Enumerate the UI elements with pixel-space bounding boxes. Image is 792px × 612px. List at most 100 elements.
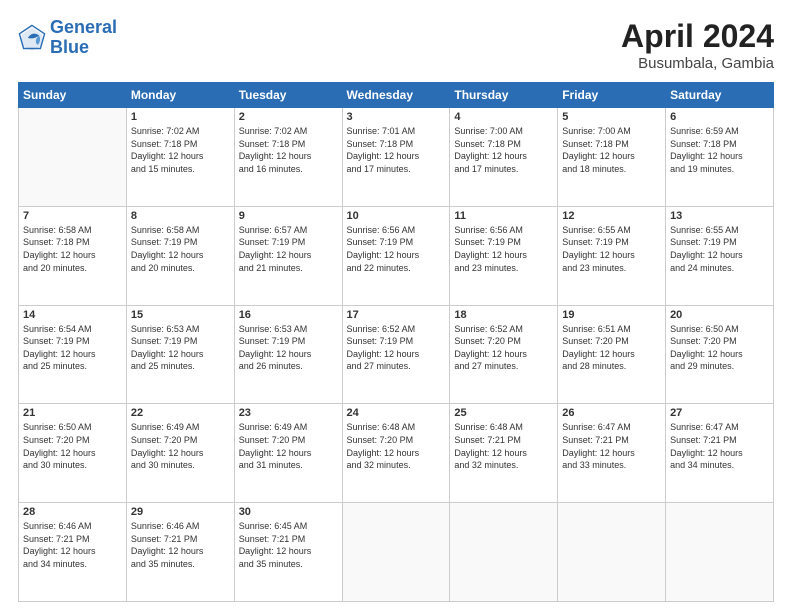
calendar-day-cell: 8 Sunrise: 6:58 AM Sunset: 7:19 PM Daylig… bbox=[126, 206, 234, 305]
day-number: 20 bbox=[670, 309, 769, 321]
day-info: Sunrise: 6:46 AM Sunset: 7:21 PM Dayligh… bbox=[131, 520, 230, 570]
day-number: 10 bbox=[347, 210, 446, 222]
day-number: 12 bbox=[562, 210, 661, 222]
day-info: Sunrise: 6:49 AM Sunset: 7:20 PM Dayligh… bbox=[239, 421, 338, 471]
logo-line2: Blue bbox=[50, 37, 89, 57]
day-info: Sunrise: 7:02 AM Sunset: 7:18 PM Dayligh… bbox=[131, 125, 230, 175]
calendar-header-row: Sunday Monday Tuesday Wednesday Thursday… bbox=[19, 83, 774, 108]
calendar-day-cell: 30 Sunrise: 6:45 AM Sunset: 7:21 PM Dayli… bbox=[234, 503, 342, 602]
day-number: 25 bbox=[454, 407, 553, 419]
day-info: Sunrise: 6:48 AM Sunset: 7:20 PM Dayligh… bbox=[347, 421, 446, 471]
day-number: 30 bbox=[239, 506, 338, 518]
header-saturday: Saturday bbox=[666, 83, 774, 108]
title-block: April 2024 Busumbala, Gambia bbox=[621, 18, 774, 72]
calendar-day-cell: 12Sunrise: 6:55 AM Sunset: 7:19 PM Dayli… bbox=[558, 206, 666, 305]
day-info: Sunrise: 6:54 AM Sunset: 7:19 PM Dayligh… bbox=[23, 323, 122, 373]
day-info: Sunrise: 6:48 AM Sunset: 7:21 PM Dayligh… bbox=[454, 421, 553, 471]
day-info: Sunrise: 6:58 AM Sunset: 7:19 PM Dayligh… bbox=[131, 224, 230, 274]
day-info: Sunrise: 6:46 AM Sunset: 7:21 PM Dayligh… bbox=[23, 520, 122, 570]
day-info: Sunrise: 6:45 AM Sunset: 7:21 PM Dayligh… bbox=[239, 520, 338, 570]
calendar-day-cell: 5 Sunrise: 7:00 AM Sunset: 7:18 PM Daylig… bbox=[558, 108, 666, 207]
calendar-title: April 2024 bbox=[621, 18, 774, 55]
calendar-day-cell: 7 Sunrise: 6:58 AM Sunset: 7:18 PM Daylig… bbox=[19, 206, 127, 305]
calendar-day-cell: 6 Sunrise: 6:59 AM Sunset: 7:18 PM Daylig… bbox=[666, 108, 774, 207]
day-number: 6 bbox=[670, 111, 769, 123]
logo: General Blue bbox=[18, 18, 117, 58]
calendar-day-cell bbox=[666, 503, 774, 602]
header: General Blue April 2024 Busumbala, Gambi… bbox=[18, 18, 774, 72]
day-info: Sunrise: 7:00 AM Sunset: 7:18 PM Dayligh… bbox=[562, 125, 661, 175]
calendar-day-cell: 23 Sunrise: 6:49 AM Sunset: 7:20 PM Dayli… bbox=[234, 404, 342, 503]
logo-icon bbox=[18, 24, 46, 52]
day-info: Sunrise: 7:02 AM Sunset: 7:18 PM Dayligh… bbox=[239, 125, 338, 175]
day-info: Sunrise: 6:52 AM Sunset: 7:20 PM Dayligh… bbox=[454, 323, 553, 373]
day-number: 29 bbox=[131, 506, 230, 518]
day-info: Sunrise: 6:50 AM Sunset: 7:20 PM Dayligh… bbox=[670, 323, 769, 373]
day-number: 19 bbox=[562, 309, 661, 321]
header-wednesday: Wednesday bbox=[342, 83, 450, 108]
header-thursday: Thursday bbox=[450, 83, 558, 108]
day-number: 4 bbox=[454, 111, 553, 123]
day-info: Sunrise: 6:56 AM Sunset: 7:19 PM Dayligh… bbox=[454, 224, 553, 274]
calendar-day-cell: 10 Sunrise: 6:56 AM Sunset: 7:19 PM Dayli… bbox=[342, 206, 450, 305]
day-info: Sunrise: 6:55 AM Sunset: 7:19 PM Dayligh… bbox=[670, 224, 769, 274]
day-info: Sunrise: 7:01 AM Sunset: 7:18 PM Dayligh… bbox=[347, 125, 446, 175]
calendar-day-cell bbox=[450, 503, 558, 602]
calendar-week-row: 21 Sunrise: 6:50 AM Sunset: 7:20 PM Dayli… bbox=[19, 404, 774, 503]
day-info: Sunrise: 6:58 AM Sunset: 7:18 PM Dayligh… bbox=[23, 224, 122, 274]
day-number: 22 bbox=[131, 407, 230, 419]
day-number: 11 bbox=[454, 210, 553, 222]
day-info: Sunrise: 6:50 AM Sunset: 7:20 PM Dayligh… bbox=[23, 421, 122, 471]
day-info: Sunrise: 7:00 AM Sunset: 7:18 PM Dayligh… bbox=[454, 125, 553, 175]
calendar-table: Sunday Monday Tuesday Wednesday Thursday… bbox=[18, 82, 774, 602]
day-number: 17 bbox=[347, 309, 446, 321]
calendar-day-cell bbox=[19, 108, 127, 207]
calendar-week-row: 14 Sunrise: 6:54 AM Sunset: 7:19 PM Dayli… bbox=[19, 305, 774, 404]
calendar-subtitle: Busumbala, Gambia bbox=[621, 55, 774, 72]
day-info: Sunrise: 6:47 AM Sunset: 7:21 PM Dayligh… bbox=[562, 421, 661, 471]
day-number: 18 bbox=[454, 309, 553, 321]
calendar-day-cell: 4 Sunrise: 7:00 AM Sunset: 7:18 PM Daylig… bbox=[450, 108, 558, 207]
day-info: Sunrise: 6:53 AM Sunset: 7:19 PM Dayligh… bbox=[131, 323, 230, 373]
logo-line1: General bbox=[50, 17, 117, 37]
day-number: 9 bbox=[239, 210, 338, 222]
day-info: Sunrise: 6:51 AM Sunset: 7:20 PM Dayligh… bbox=[562, 323, 661, 373]
page: General Blue April 2024 Busumbala, Gambi… bbox=[0, 0, 792, 612]
day-info: Sunrise: 6:57 AM Sunset: 7:19 PM Dayligh… bbox=[239, 224, 338, 274]
day-number: 8 bbox=[131, 210, 230, 222]
day-info: Sunrise: 6:52 AM Sunset: 7:19 PM Dayligh… bbox=[347, 323, 446, 373]
calendar-day-cell: 22 Sunrise: 6:49 AM Sunset: 7:20 PM Dayli… bbox=[126, 404, 234, 503]
calendar-day-cell: 20 Sunrise: 6:50 AM Sunset: 7:20 PM Dayli… bbox=[666, 305, 774, 404]
calendar-week-row: 28Sunrise: 6:46 AM Sunset: 7:21 PM Dayli… bbox=[19, 503, 774, 602]
calendar-day-cell: 14 Sunrise: 6:54 AM Sunset: 7:19 PM Dayli… bbox=[19, 305, 127, 404]
logo-text: General Blue bbox=[50, 18, 117, 58]
day-number: 24 bbox=[347, 407, 446, 419]
day-info: Sunrise: 6:59 AM Sunset: 7:18 PM Dayligh… bbox=[670, 125, 769, 175]
header-friday: Friday bbox=[558, 83, 666, 108]
day-number: 14 bbox=[23, 309, 122, 321]
calendar-day-cell: 21 Sunrise: 6:50 AM Sunset: 7:20 PM Dayli… bbox=[19, 404, 127, 503]
day-number: 21 bbox=[23, 407, 122, 419]
day-number: 5 bbox=[562, 111, 661, 123]
day-info: Sunrise: 6:47 AM Sunset: 7:21 PM Dayligh… bbox=[670, 421, 769, 471]
day-number: 23 bbox=[239, 407, 338, 419]
day-number: 27 bbox=[670, 407, 769, 419]
calendar-day-cell: 25 Sunrise: 6:48 AM Sunset: 7:21 PM Dayli… bbox=[450, 404, 558, 503]
calendar-day-cell bbox=[558, 503, 666, 602]
calendar-day-cell bbox=[342, 503, 450, 602]
day-number: 15 bbox=[131, 309, 230, 321]
day-number: 3 bbox=[347, 111, 446, 123]
day-info: Sunrise: 6:49 AM Sunset: 7:20 PM Dayligh… bbox=[131, 421, 230, 471]
day-number: 16 bbox=[239, 309, 338, 321]
day-number: 26 bbox=[562, 407, 661, 419]
calendar-day-cell: 27 Sunrise: 6:47 AM Sunset: 7:21 PM Dayli… bbox=[666, 404, 774, 503]
calendar-day-cell: 24 Sunrise: 6:48 AM Sunset: 7:20 PM Dayli… bbox=[342, 404, 450, 503]
day-number: 7 bbox=[23, 210, 122, 222]
calendar-day-cell: 16Sunrise: 6:53 AM Sunset: 7:19 PM Dayli… bbox=[234, 305, 342, 404]
header-monday: Monday bbox=[126, 83, 234, 108]
calendar-day-cell: 18 Sunrise: 6:52 AM Sunset: 7:20 PM Dayli… bbox=[450, 305, 558, 404]
calendar-day-cell: 17 Sunrise: 6:52 AM Sunset: 7:19 PM Dayli… bbox=[342, 305, 450, 404]
calendar-day-cell: 19 Sunrise: 6:51 AM Sunset: 7:20 PM Dayli… bbox=[558, 305, 666, 404]
day-info: Sunrise: 6:56 AM Sunset: 7:19 PM Dayligh… bbox=[347, 224, 446, 274]
calendar-day-cell: 29 Sunrise: 6:46 AM Sunset: 7:21 PM Dayli… bbox=[126, 503, 234, 602]
